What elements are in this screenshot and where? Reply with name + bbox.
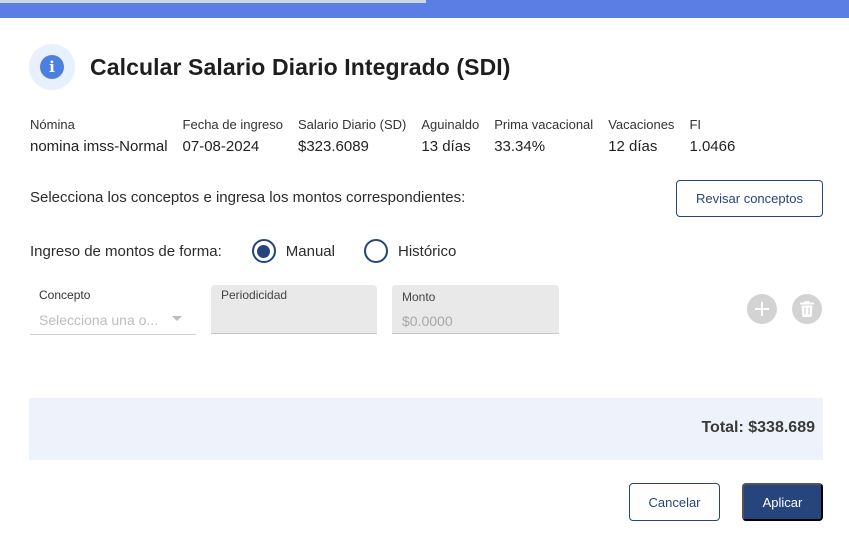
monto-label: Monto xyxy=(402,290,436,304)
caret-down-icon xyxy=(172,316,182,321)
radio-historico[interactable] xyxy=(363,239,388,263)
info-label: FI xyxy=(689,117,701,132)
info-label: Salario Diario (SD) xyxy=(297,117,407,132)
window-top-bar xyxy=(0,0,849,18)
info-fi: FI 1.0466 xyxy=(689,117,735,155)
add-concept-button[interactable] xyxy=(747,294,777,324)
info-vacaciones: Vacaciones 12 días xyxy=(608,117,674,155)
employee-info-row: Nómina nomina imss-Normal Fecha de ingre… xyxy=(30,117,750,155)
info-value: 1.0466 xyxy=(689,138,736,155)
total-bar: Total: $338.689 xyxy=(29,398,823,460)
trash-icon xyxy=(800,301,814,317)
info-aguinaldo: Aguinaldo 13 días xyxy=(421,117,479,155)
info-prima-vacacional: Prima vacacional 33.34% xyxy=(494,117,593,155)
concepto-placeholder: Selecciona una o... xyxy=(39,312,159,328)
info-label: Nómina xyxy=(30,117,75,132)
info-label: Vacaciones xyxy=(608,117,675,132)
dialog-title: Calcular Salario Diario Integrado (SDI) xyxy=(90,53,511,80)
periodicidad-field: Periodicidad xyxy=(211,285,377,334)
info-label: Aguinaldo xyxy=(421,117,480,132)
info-value: nomina imss-Normal xyxy=(30,138,168,155)
info-icon: i xyxy=(29,44,75,90)
info-value: 13 días xyxy=(421,138,471,155)
amount-mode-label: Ingreso de montos de forma: xyxy=(30,242,222,260)
total-amount: Total: $338.689 xyxy=(701,419,815,436)
info-label: Fecha de ingreso xyxy=(182,117,283,132)
info-label: Prima vacacional xyxy=(494,117,594,132)
info-glyph: i xyxy=(40,55,64,79)
radio-manual-label[interactable]: Manual xyxy=(286,243,335,260)
cancel-button[interactable]: Cancelar xyxy=(629,483,720,521)
monto-value: $0.0000 xyxy=(402,313,453,329)
concepto-label: Concepto xyxy=(39,288,91,302)
radio-historico-label[interactable]: Histórico xyxy=(398,243,456,260)
info-value: 07-08-2024 xyxy=(182,138,260,155)
periodicidad-label: Periodicidad xyxy=(221,288,288,302)
delete-concept-button[interactable] xyxy=(792,294,822,324)
plus-icon xyxy=(755,302,769,316)
top-scrollbar[interactable] xyxy=(0,0,426,3)
info-value: 12 días xyxy=(608,138,658,155)
concepts-prompt: Selecciona los conceptos e ingresa los m… xyxy=(30,189,466,206)
info-nomina: Nómina nomina imss-Normal xyxy=(30,117,168,155)
review-concepts-button[interactable]: Revisar conceptos xyxy=(676,180,823,217)
apply-button[interactable]: Aplicar xyxy=(742,483,823,521)
concepto-select[interactable]: Concepto Selecciona una o... xyxy=(30,285,196,335)
radio-selected-dot xyxy=(257,244,271,258)
info-salario-diario: Salario Diario (SD) $323.6089 xyxy=(298,117,406,155)
info-fecha-ingreso: Fecha de ingreso 07-08-2024 xyxy=(183,117,283,155)
info-value: 33.34% xyxy=(494,138,546,155)
info-value: $323.6089 xyxy=(297,138,369,155)
monto-field: Monto $0.0000 xyxy=(392,285,559,334)
amount-mode-row: Ingreso de montos de forma: Manual Histó… xyxy=(30,238,456,264)
radio-manual[interactable] xyxy=(251,239,276,263)
dialog-header: i Calcular Salario Diario Integrado (SDI… xyxy=(29,44,511,90)
